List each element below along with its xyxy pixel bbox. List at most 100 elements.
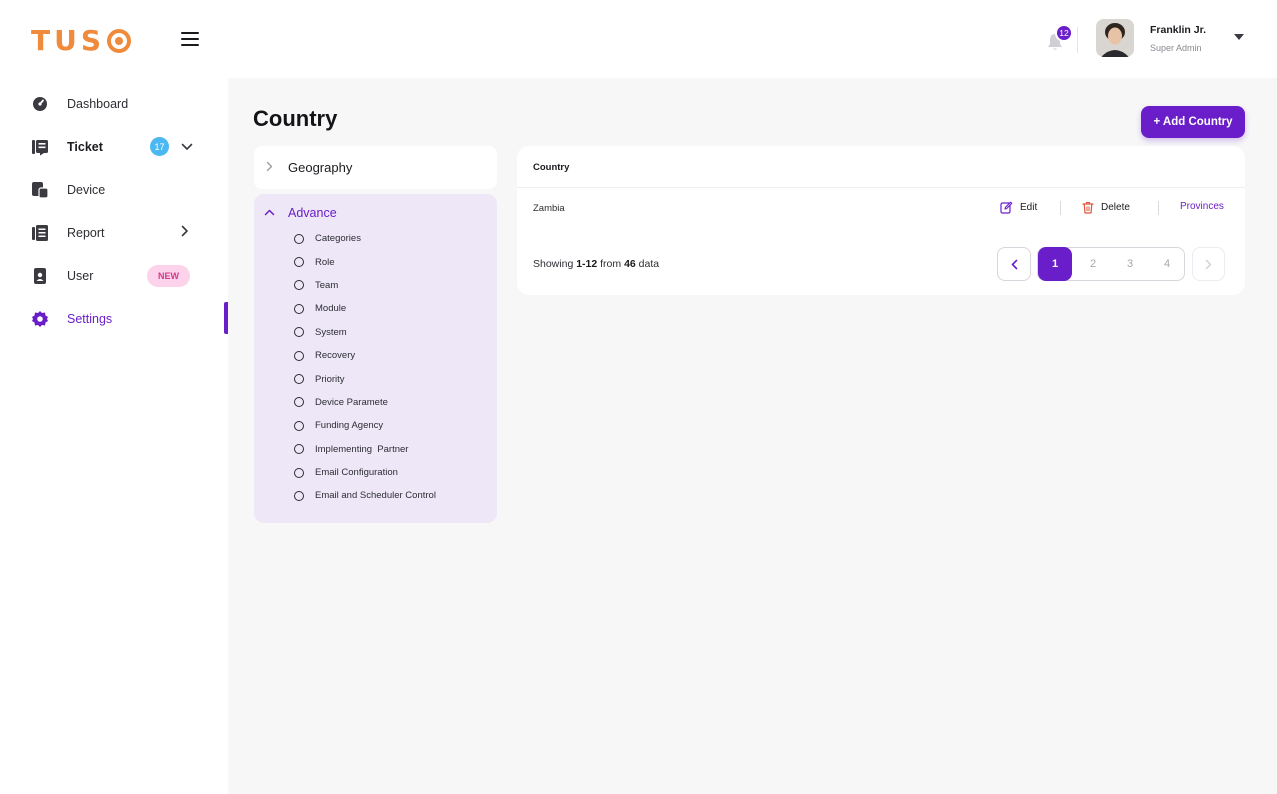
edit-button[interactable]: Edit <box>1000 201 1037 214</box>
advance-item-label: Email and Scheduler Control <box>315 490 436 502</box>
pagination-summary: Showing 1-12 from 46 data <box>533 258 660 270</box>
sidebar-item-label: Report <box>67 225 105 240</box>
advance-item-priority[interactable]: Priority <box>294 367 436 390</box>
delete-label: Delete <box>1101 202 1130 213</box>
radio-icon <box>294 374 304 385</box>
avatar[interactable] <box>1096 19 1134 57</box>
table-cell-country: Zambia <box>533 203 565 214</box>
sidebar-item-ticket[interactable]: Ticket 17 <box>0 125 228 168</box>
header-divider <box>517 187 1245 188</box>
chevron-right-icon <box>1205 259 1212 269</box>
edit-icon <box>1000 201 1013 214</box>
action-divider <box>1060 201 1061 215</box>
notification-badge: 12 <box>1055 24 1073 42</box>
sidebar-item-dashboard[interactable]: Dashboard <box>0 82 228 125</box>
sidebar: TUS Dashboard Ticket 17 Device Report Us… <box>0 0 228 794</box>
radio-icon <box>294 303 304 314</box>
advance-item-label: Priority <box>315 373 345 385</box>
radio-icon <box>294 420 304 431</box>
trash-icon <box>1082 201 1094 214</box>
sidebar-item-label: User <box>67 268 94 283</box>
gear-icon <box>31 310 49 328</box>
radio-icon <box>294 233 304 244</box>
advance-item-label: Team <box>315 279 339 291</box>
page-1-button[interactable]: 1 <box>1038 247 1072 281</box>
delete-button[interactable]: Delete <box>1082 201 1130 214</box>
sidebar-item-label: Settings <box>67 311 113 326</box>
caret-down-icon[interactable] <box>1234 34 1244 40</box>
advance-item-system[interactable]: System <box>294 321 436 344</box>
chevron-down-icon[interactable] <box>181 139 193 154</box>
page-title: Country <box>253 106 338 131</box>
ticket-count-badge: 17 <box>150 137 169 156</box>
logo[interactable]: TUS <box>31 24 132 57</box>
previous-page-button[interactable] <box>997 247 1031 281</box>
radio-icon <box>294 257 304 268</box>
advance-section: Advance Categories Role Team Module Syst… <box>254 194 497 523</box>
report-icon <box>31 224 49 242</box>
sidebar-item-label: Ticket <box>67 139 103 154</box>
advance-item-email-configuration[interactable]: Email Configuration <box>294 461 436 484</box>
top-header: 12 Franklin Jr. Super Admin <box>228 0 1277 78</box>
column-header-country: Country <box>533 162 570 173</box>
add-country-button[interactable]: + Add Country <box>1141 106 1245 138</box>
advance-item-implementing-partner[interactable]: Implementing Partner <box>294 438 436 461</box>
advance-item-label: Email Configuration <box>315 467 398 479</box>
page-2-button[interactable]: 2 <box>1076 248 1110 280</box>
menu-toggle-icon[interactable] <box>181 32 199 46</box>
chevron-up-icon <box>264 205 275 219</box>
radio-icon <box>294 350 304 361</box>
radio-icon <box>294 327 304 338</box>
advance-list: Categories Role Team Module System Recov… <box>294 227 436 508</box>
radio-icon <box>294 467 304 478</box>
advance-item-label: Funding Agency <box>315 420 384 432</box>
chevron-right-icon[interactable] <box>181 225 189 240</box>
device-icon <box>31 181 49 199</box>
advance-item-team[interactable]: Team <box>294 274 436 297</box>
user-icon <box>31 267 49 285</box>
provinces-link[interactable]: Provinces <box>1180 201 1224 212</box>
geography-section[interactable]: Geography <box>254 146 497 189</box>
radio-icon <box>294 490 304 501</box>
page-3-button[interactable]: 3 <box>1113 248 1147 280</box>
user-role: Super Admin <box>1150 43 1202 53</box>
advance-item-label: Role <box>315 256 335 268</box>
sidebar-item-report[interactable]: Report <box>0 211 228 254</box>
country-table: Country Zambia Edit Delete Provinces Sho… <box>517 146 1245 295</box>
edit-label: Edit <box>1020 202 1038 213</box>
pagination-pages: 1 2 3 4 <box>1037 247 1185 281</box>
advance-item-email-scheduler-control[interactable]: Email and Scheduler Control <box>294 484 436 507</box>
advance-item-role[interactable]: Role <box>294 250 436 273</box>
advance-toggle[interactable]: Advance <box>254 202 497 224</box>
chevron-right-icon <box>266 161 273 175</box>
advance-item-label: Categories <box>315 233 361 245</box>
new-badge: NEW <box>147 264 190 287</box>
active-indicator <box>224 302 228 334</box>
sidebar-nav: Dashboard Ticket 17 Device Report User N… <box>0 82 228 340</box>
sidebar-item-user[interactable]: User NEW <box>0 254 228 297</box>
advance-item-label: Module <box>315 303 347 315</box>
page-4-button[interactable]: 4 <box>1150 248 1184 280</box>
logo-mark-icon <box>107 28 132 53</box>
advance-item-module[interactable]: Module <box>294 297 436 320</box>
sidebar-item-device[interactable]: Device <box>0 168 228 211</box>
advance-item-device-parameter[interactable]: Device Paramete <box>294 391 436 414</box>
advance-item-label: Implementing Partner <box>315 443 409 455</box>
radio-icon <box>294 444 304 455</box>
geography-label: Geography <box>288 160 353 175</box>
next-page-button[interactable] <box>1192 247 1225 281</box>
advance-item-funding-agency[interactable]: Funding Agency <box>294 414 436 437</box>
chevron-left-icon <box>1011 259 1017 269</box>
user-name: Franklin Jr. <box>1150 24 1207 36</box>
dashboard-icon <box>31 95 49 113</box>
radio-icon <box>294 397 304 408</box>
advance-item-label: Device Paramete <box>315 396 388 408</box>
logo-text: TUS <box>31 24 106 57</box>
ticket-icon <box>31 138 49 156</box>
advance-item-recovery[interactable]: Recovery <box>294 344 436 367</box>
sidebar-item-label: Device <box>67 182 106 197</box>
sidebar-item-settings[interactable]: Settings <box>0 297 228 340</box>
advance-label: Advance <box>288 206 337 220</box>
advance-item-categories[interactable]: Categories <box>294 227 436 250</box>
advance-item-label: System <box>315 326 347 338</box>
